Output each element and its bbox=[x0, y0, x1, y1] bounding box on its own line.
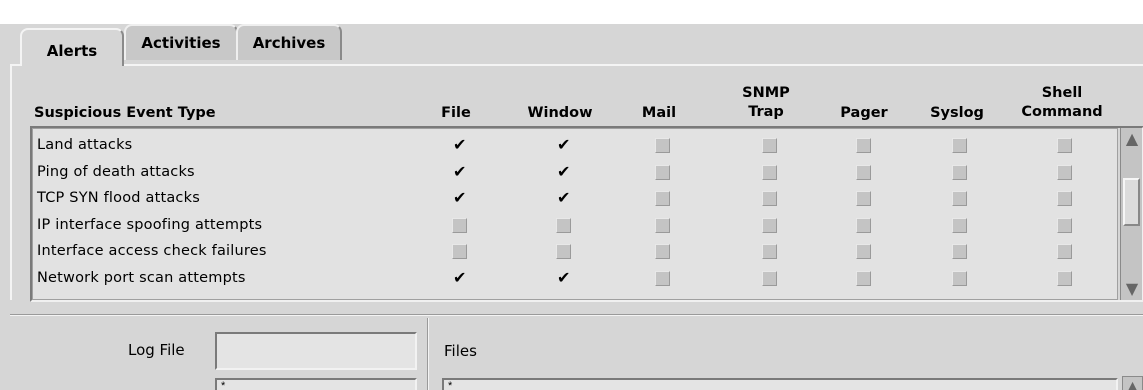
scrollbar-thumb[interactable] bbox=[1123, 178, 1140, 226]
checkbox-mail[interactable] bbox=[655, 217, 670, 233]
checkbox-snmp[interactable] bbox=[762, 217, 777, 233]
checkbox-window[interactable]: ✔ bbox=[556, 135, 571, 154]
next-field-input[interactable]: * bbox=[215, 378, 417, 390]
files-scroll-up-icon[interactable]: ▲ bbox=[1122, 376, 1143, 390]
event-table: Land attacks ✔ ✔ Ping of death attacks ✔ ✔ TCP… bbox=[30, 126, 1143, 302]
checkmark-icon: ✔ bbox=[557, 135, 571, 154]
log-file-input[interactable] bbox=[215, 332, 417, 370]
arrow-up-icon[interactable]: ▲ bbox=[1124, 128, 1140, 150]
event-type-label: IP interface spoofing attempts bbox=[37, 216, 263, 233]
header-window: Window bbox=[527, 105, 593, 121]
table-row: Network port scan attempts ✔ ✔ bbox=[33, 266, 1119, 290]
section-divider bbox=[10, 314, 1143, 316]
table-row: TCP SYN flood attacks ✔ ✔ bbox=[33, 186, 1119, 210]
header-event-type: Suspicious Event Type bbox=[34, 105, 216, 121]
checkbox-shell[interactable] bbox=[1057, 244, 1072, 259]
checkmark-icon: ✔ bbox=[453, 267, 467, 287]
checkbox-snmp[interactable] bbox=[762, 138, 777, 153]
checkbox-mail[interactable] bbox=[655, 270, 670, 286]
tab-bar: Activities Archives Alerts bbox=[10, 22, 1143, 66]
checkbox-mail[interactable] bbox=[655, 138, 670, 153]
tab-alerts[interactable]: Alerts bbox=[20, 28, 124, 66]
checkbox-window[interactable] bbox=[556, 244, 571, 259]
top-background bbox=[0, 0, 1143, 24]
checkmark-icon: ✔ bbox=[453, 161, 467, 181]
checkbox-window[interactable] bbox=[556, 217, 571, 233]
checkmark-icon: ✔ bbox=[557, 188, 571, 207]
table-row: IP interface spoofing attempts bbox=[33, 213, 1119, 237]
header-shell-line2: Command bbox=[1021, 104, 1103, 120]
table-scrollbar[interactable]: ▲ ▼ bbox=[1120, 128, 1142, 300]
files-label: Files bbox=[444, 342, 477, 360]
checkbox-pager[interactable] bbox=[856, 138, 871, 153]
event-type-label: TCP SYN flood attacks bbox=[37, 190, 200, 206]
checkbox-file[interactable]: ✔ bbox=[452, 188, 467, 207]
checkbox-pager[interactable] bbox=[856, 164, 871, 180]
checkbox-syslog[interactable] bbox=[952, 270, 967, 286]
event-type-label: Land attacks bbox=[37, 137, 133, 153]
header-pager: Pager bbox=[840, 105, 888, 121]
checkbox-file[interactable]: ✔ bbox=[452, 161, 467, 181]
header-file: File bbox=[441, 105, 471, 121]
checkbox-snmp[interactable] bbox=[762, 270, 777, 286]
checkbox-window[interactable]: ✔ bbox=[556, 188, 571, 207]
event-type-label: Network port scan attempts bbox=[37, 269, 246, 286]
checkbox-shell[interactable] bbox=[1057, 270, 1072, 286]
table-row: Interface access check failures bbox=[33, 239, 1119, 263]
column-divider bbox=[427, 318, 429, 390]
checkbox-shell[interactable] bbox=[1057, 138, 1072, 153]
checkbox-pager[interactable] bbox=[856, 217, 871, 233]
checkmark-icon: ✔ bbox=[453, 135, 467, 154]
checkbox-pager[interactable] bbox=[856, 270, 871, 286]
header-snmp-line1: SNMP bbox=[742, 85, 790, 101]
header-mail: Mail bbox=[641, 105, 677, 121]
files-list[interactable]: * bbox=[442, 378, 1118, 390]
header-shell-line1: Shell bbox=[1041, 85, 1083, 101]
checkbox-mail[interactable] bbox=[655, 244, 670, 259]
arrow-down-icon[interactable]: ▼ bbox=[1124, 278, 1140, 300]
checkbox-pager[interactable] bbox=[856, 191, 871, 206]
tab-activities[interactable]: Activities bbox=[124, 24, 238, 60]
log-file-label: Log File bbox=[128, 341, 185, 359]
header-shell-command: Shell Command bbox=[1016, 84, 1108, 122]
checkbox-syslog[interactable] bbox=[952, 244, 967, 259]
checkbox-file[interactable]: ✔ bbox=[452, 267, 467, 287]
checkbox-syslog[interactable] bbox=[952, 164, 967, 180]
checkbox-window[interactable]: ✔ bbox=[556, 161, 571, 181]
tab-archives[interactable]: Archives bbox=[236, 24, 342, 60]
header-syslog: Syslog bbox=[930, 105, 984, 121]
event-rows: Land attacks ✔ ✔ Ping of death attacks ✔ ✔ TCP… bbox=[32, 128, 1118, 300]
table-header: Suspicious Event Type File Window Mail S… bbox=[0, 76, 1143, 126]
header-snmp-line2: Trap bbox=[748, 104, 784, 120]
checkmark-icon: ✔ bbox=[453, 188, 467, 207]
checkbox-snmp[interactable] bbox=[762, 191, 777, 206]
checkbox-shell[interactable] bbox=[1057, 191, 1072, 206]
checkbox-snmp[interactable] bbox=[762, 244, 777, 259]
table-row: Ping of death attacks ✔ ✔ bbox=[33, 160, 1119, 184]
checkmark-icon: ✔ bbox=[557, 267, 571, 287]
alerts-config-window: Activities Archives Alerts Suspicious Ev… bbox=[0, 0, 1143, 390]
checkbox-syslog[interactable] bbox=[952, 138, 967, 153]
event-type-label: Ping of death attacks bbox=[37, 163, 195, 180]
checkbox-file[interactable] bbox=[452, 217, 467, 233]
checkbox-snmp[interactable] bbox=[762, 164, 777, 180]
checkmark-icon: ✔ bbox=[557, 161, 571, 181]
checkbox-shell[interactable] bbox=[1057, 164, 1072, 180]
checkbox-file[interactable] bbox=[452, 244, 467, 259]
checkbox-file[interactable]: ✔ bbox=[452, 135, 467, 154]
checkbox-shell[interactable] bbox=[1057, 217, 1072, 233]
checkbox-pager[interactable] bbox=[856, 244, 871, 259]
header-snmp-trap: SNMP Trap bbox=[736, 84, 796, 122]
table-row: Land attacks ✔ ✔ bbox=[33, 133, 1119, 157]
checkbox-syslog[interactable] bbox=[952, 217, 967, 233]
checkbox-window[interactable]: ✔ bbox=[556, 267, 571, 287]
event-type-label: Interface access check failures bbox=[37, 243, 267, 259]
checkbox-mail[interactable] bbox=[655, 191, 670, 206]
checkbox-syslog[interactable] bbox=[952, 191, 967, 206]
checkbox-mail[interactable] bbox=[655, 164, 670, 180]
